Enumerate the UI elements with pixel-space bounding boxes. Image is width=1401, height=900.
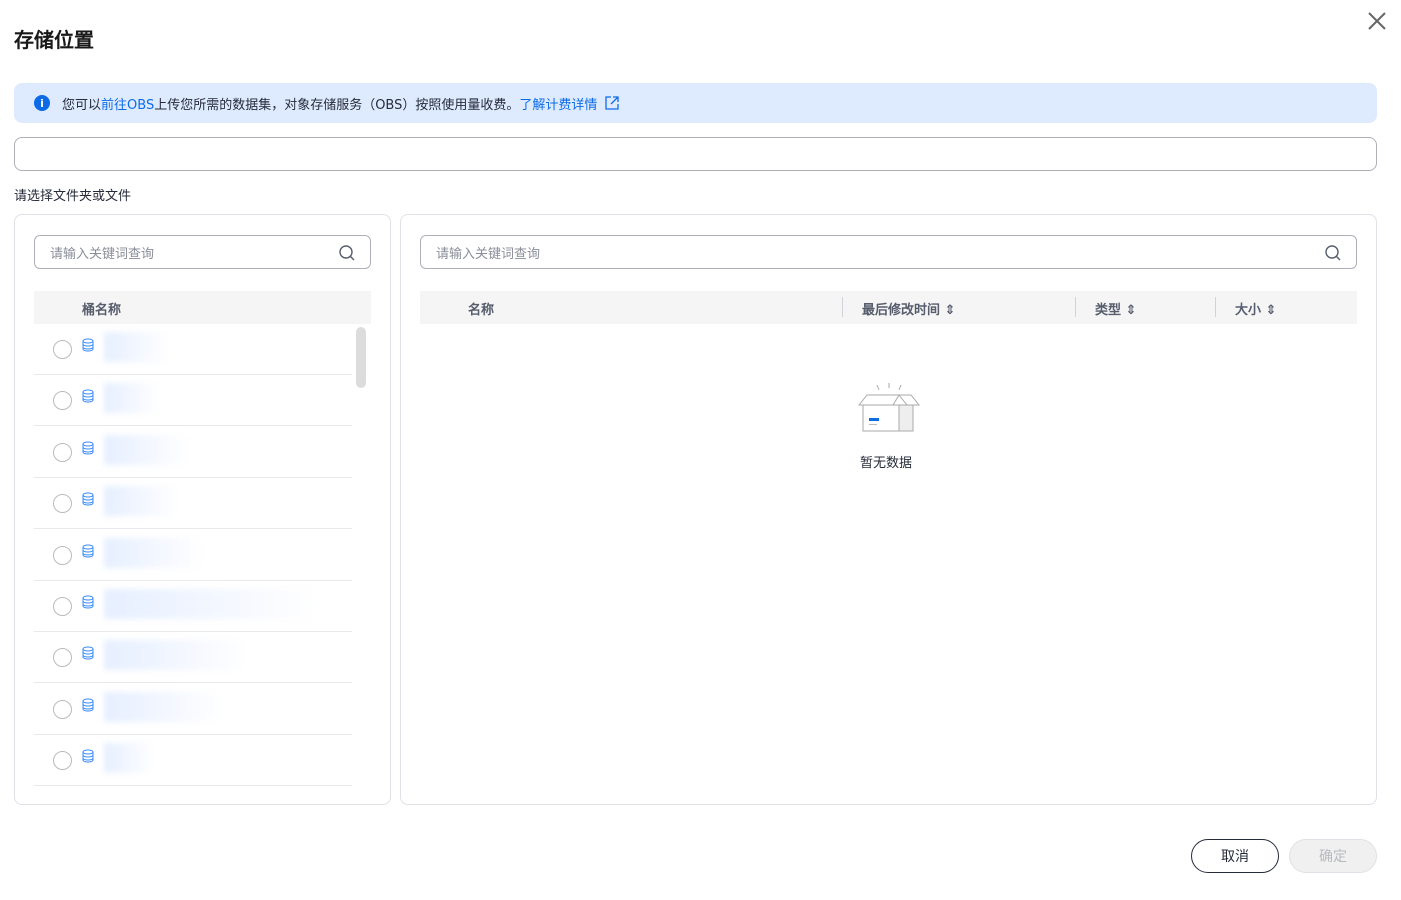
sort-icon: ⇕ bbox=[1125, 303, 1137, 318]
external-link-icon[interactable] bbox=[604, 95, 620, 111]
go-to-obs-link[interactable]: 前往OBS bbox=[101, 94, 154, 113]
bucket-icon bbox=[82, 749, 94, 763]
bucket-name-redacted bbox=[104, 743, 154, 774]
path-input[interactable] bbox=[14, 137, 1377, 171]
column-modified[interactable]: 最后修改时间 ⇕ bbox=[862, 299, 955, 318]
bucket-radio[interactable] bbox=[53, 751, 72, 771]
column-type[interactable]: 类型 ⇕ bbox=[1095, 299, 1136, 318]
close-icon[interactable] bbox=[1366, 10, 1388, 32]
bucket-row[interactable] bbox=[34, 427, 352, 478]
bucket-radio[interactable] bbox=[53, 699, 72, 719]
file-table-header: 名称 最后修改时间 ⇕ 类型 ⇕ 大小 ⇕ bbox=[420, 291, 1357, 324]
info-alert: i 您可以 前往OBS 上传您所需的数据集，对象存储服务（OBS）按照使用量收费… bbox=[14, 83, 1377, 123]
bucket-name-redacted bbox=[104, 589, 319, 619]
search-icon[interactable] bbox=[338, 244, 356, 262]
search-icon[interactable] bbox=[1324, 244, 1342, 262]
column-bucket-name: 桶名称 bbox=[82, 303, 122, 318]
file-panel: 请输入关键词查询 名称 最后修改时间 ⇕ 类型 ⇕ 大小 ⇕ 暂无数据 bbox=[400, 214, 1377, 805]
bucket-radio[interactable] bbox=[53, 442, 72, 462]
bucket-radio[interactable] bbox=[53, 340, 72, 359]
alert-prefix: 您可以 bbox=[62, 97, 102, 113]
info-icon: i bbox=[34, 95, 50, 111]
bucket-row[interactable] bbox=[34, 530, 352, 581]
bucket-row[interactable] bbox=[34, 684, 352, 735]
bucket-icon bbox=[82, 441, 94, 455]
empty-box-icon bbox=[857, 383, 921, 432]
select-label: 请选择文件夹或文件 bbox=[14, 189, 132, 204]
bucket-name-redacted bbox=[104, 383, 159, 414]
column-name: 名称 bbox=[468, 303, 495, 318]
bucket-row[interactable] bbox=[34, 735, 352, 787]
bucket-name-redacted bbox=[104, 434, 189, 465]
bucket-icon bbox=[82, 698, 94, 712]
bucket-icon bbox=[82, 595, 94, 609]
bucket-row[interactable] bbox=[34, 324, 352, 375]
bucket-radio[interactable] bbox=[53, 391, 72, 411]
bucket-name-redacted bbox=[104, 640, 249, 671]
search-placeholder: 请输入关键词查询 bbox=[436, 246, 541, 262]
bucket-name-redacted bbox=[104, 691, 224, 722]
column-size[interactable]: 大小 ⇕ bbox=[1235, 299, 1276, 318]
file-search-input[interactable]: 请输入关键词查询 bbox=[420, 235, 1357, 269]
bucket-icon bbox=[82, 389, 94, 403]
bucket-panel: 请输入关键词查询 桶名称 bbox=[14, 214, 391, 805]
bucket-row[interactable] bbox=[34, 581, 352, 632]
search-placeholder: 请输入关键词查询 bbox=[50, 246, 155, 262]
cancel-button[interactable]: 取消 bbox=[1191, 839, 1279, 873]
confirm-button[interactable]: 确定 bbox=[1289, 839, 1377, 873]
bucket-icon bbox=[82, 338, 94, 352]
sort-icon: ⇕ bbox=[1265, 303, 1277, 318]
bucket-row[interactable] bbox=[34, 375, 352, 427]
billing-details-link[interactable]: 了解计费详情 bbox=[519, 94, 597, 113]
dialog-title: 存储位置 bbox=[14, 28, 94, 52]
scrollbar[interactable] bbox=[356, 327, 366, 388]
bucket-radio[interactable] bbox=[53, 494, 72, 514]
empty-text: 暂无数据 bbox=[860, 456, 913, 471]
bucket-radio[interactable] bbox=[53, 545, 72, 565]
bucket-icon bbox=[82, 492, 94, 506]
bucket-row[interactable] bbox=[34, 478, 352, 530]
bucket-radio[interactable] bbox=[53, 597, 72, 616]
bucket-name-redacted bbox=[104, 537, 204, 568]
alert-text: 上传您所需的数据集，对象存储服务（OBS）按照使用量收费。 bbox=[154, 97, 520, 113]
bucket-radio[interactable] bbox=[53, 648, 72, 668]
bucket-icon bbox=[82, 544, 94, 558]
bucket-icon bbox=[82, 646, 94, 660]
sort-icon: ⇕ bbox=[944, 303, 956, 318]
bucket-search-input[interactable]: 请输入关键词查询 bbox=[34, 235, 371, 269]
bucket-name-redacted bbox=[104, 486, 179, 517]
bucket-table-header: 桶名称 bbox=[34, 291, 371, 324]
bucket-row[interactable] bbox=[34, 632, 352, 684]
bucket-name-redacted bbox=[104, 332, 169, 362]
